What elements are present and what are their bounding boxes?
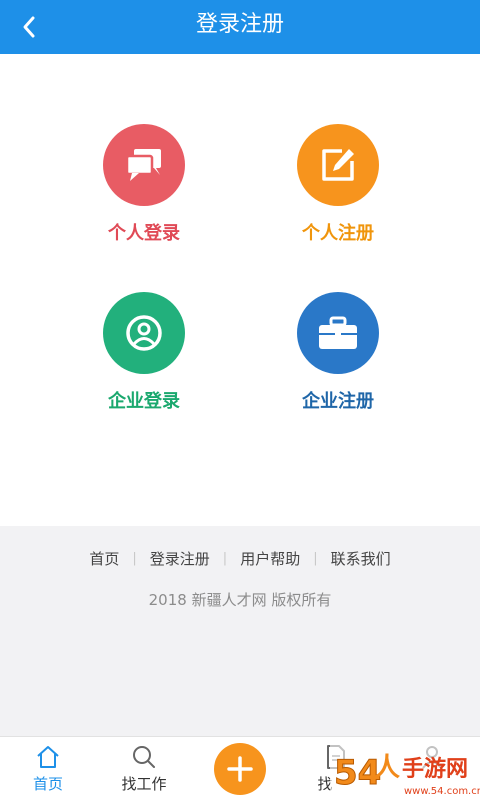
search-icon bbox=[133, 746, 155, 768]
personal-register-button[interactable]: 个人注册 bbox=[258, 124, 418, 245]
footer: 首页 | 登录注册 | 用户帮助 | 联系我们 2018 新疆人才网 版权所有 bbox=[0, 526, 480, 736]
personal-login-circle bbox=[103, 124, 185, 206]
footer-link-login-register[interactable]: 登录注册 bbox=[150, 548, 210, 569]
document-icon bbox=[327, 745, 345, 769]
home-icon bbox=[37, 746, 59, 768]
personal-register-label: 个人注册 bbox=[302, 223, 374, 244]
user-profile-icon bbox=[126, 315, 162, 351]
footer-separator: | bbox=[132, 551, 137, 566]
personal-login-label: 个人登录 bbox=[108, 223, 180, 244]
briefcase-icon bbox=[319, 316, 357, 349]
copyright-text: 2018 新疆人才网 版权所有 bbox=[148, 591, 332, 609]
edit-pencil-icon bbox=[322, 149, 354, 181]
tab-profile[interactable] bbox=[384, 737, 480, 800]
tab-home-label: 首页 bbox=[32, 775, 63, 793]
top-app-bar: 登录注册 bbox=[0, 0, 480, 54]
footer-link-contact[interactable]: 联系我们 bbox=[331, 548, 391, 569]
plus-icon bbox=[227, 756, 253, 782]
enterprise-register-button[interactable]: 企业注册 bbox=[258, 292, 418, 413]
chat-bubbles-icon bbox=[125, 149, 161, 181]
footer-link-home[interactable]: 首页 bbox=[89, 548, 119, 569]
enterprise-login-button[interactable]: 企业登录 bbox=[64, 292, 224, 413]
tab-find-jobs-label: 找工作 bbox=[121, 775, 167, 793]
personal-register-circle bbox=[297, 124, 379, 206]
footer-link-help[interactable]: 用户帮助 bbox=[240, 548, 300, 569]
tab-find-jobs[interactable]: 找工作 bbox=[96, 737, 192, 800]
footer-links: 首页 | 登录注册 | 用户帮助 | 联系我们 bbox=[0, 548, 480, 569]
personal-login-button[interactable]: 个人登录 bbox=[64, 124, 224, 245]
tab-find-talent[interactable]: 找 bbox=[288, 737, 384, 800]
footer-separator: | bbox=[313, 551, 318, 566]
footer-separator: | bbox=[222, 551, 228, 566]
tab-home[interactable]: 首页 bbox=[0, 737, 96, 800]
enterprise-register-label: 企业注册 bbox=[302, 391, 374, 412]
tab-find-talent-label: 找 bbox=[317, 775, 333, 793]
enterprise-login-circle bbox=[103, 292, 185, 374]
enterprise-register-circle bbox=[297, 292, 379, 374]
publish-plus-button[interactable] bbox=[214, 743, 266, 795]
person-icon bbox=[422, 746, 442, 769]
enterprise-login-label: 企业登录 bbox=[108, 391, 180, 412]
page-title: 登录注册 bbox=[195, 12, 284, 37]
